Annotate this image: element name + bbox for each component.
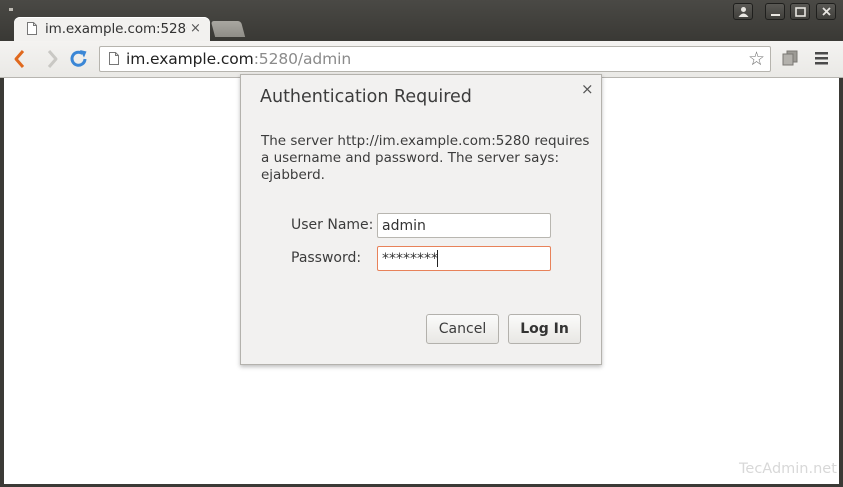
login-button[interactable]: Log In: [508, 314, 581, 344]
address-bar[interactable]: im.example.com:5280/admin ☆: [99, 46, 771, 72]
window-close-button[interactable]: [816, 3, 836, 20]
page-icon: [109, 52, 119, 65]
star-icon[interactable]: ☆: [748, 48, 765, 70]
reload-icon: [70, 50, 87, 67]
user-icon: [738, 7, 749, 17]
url-host: im.example.com: [126, 50, 254, 68]
username-input[interactable]: [377, 213, 551, 238]
url-text: im.example.com:5280/admin: [126, 50, 351, 68]
password-label: Password:: [291, 250, 362, 266]
window-close-icon: [822, 7, 831, 16]
reload-button[interactable]: [68, 48, 90, 70]
username-label: User Name:: [291, 217, 374, 233]
tab-close-icon[interactable]: ×: [190, 21, 201, 36]
forward-icon: [47, 50, 58, 68]
browser-window: im.example.com:5280/admin ×: [0, 0, 843, 487]
toolbar: im.example.com:5280/admin ☆: [0, 41, 843, 78]
user-profile-button[interactable]: [733, 3, 753, 20]
close-icon[interactable]: ×: [581, 80, 594, 98]
url-path: :5280/admin: [253, 50, 352, 68]
dialog-title: Authentication Required: [260, 87, 472, 107]
forward-button[interactable]: [41, 48, 63, 70]
watermark: TecAdmin.net: [739, 461, 837, 477]
password-input[interactable]: [377, 246, 551, 271]
minimize-button[interactable]: [765, 3, 785, 20]
minimize-icon: [771, 14, 780, 16]
back-button[interactable]: [10, 48, 32, 70]
text-caret: [437, 250, 438, 267]
menu-icon[interactable]: [815, 52, 828, 65]
maximize-button[interactable]: [790, 3, 810, 20]
cancel-button[interactable]: Cancel: [426, 314, 499, 344]
page-icon: [27, 22, 37, 35]
tab-active[interactable]: im.example.com:5280/admin ×: [14, 17, 210, 42]
back-icon: [14, 50, 25, 68]
window-corner-mark: [9, 8, 13, 11]
tab-title: im.example.com:5280/admin: [45, 21, 187, 37]
auth-dialog: Authentication Required × The server htt…: [240, 74, 602, 365]
maximize-icon: [795, 7, 806, 17]
new-tab-button[interactable]: [210, 21, 246, 37]
title-bar: im.example.com:5280/admin ×: [0, 0, 843, 42]
dialog-message: The server http://im.example.com:5280 re…: [261, 133, 590, 183]
extension-icon[interactable]: [781, 50, 799, 67]
